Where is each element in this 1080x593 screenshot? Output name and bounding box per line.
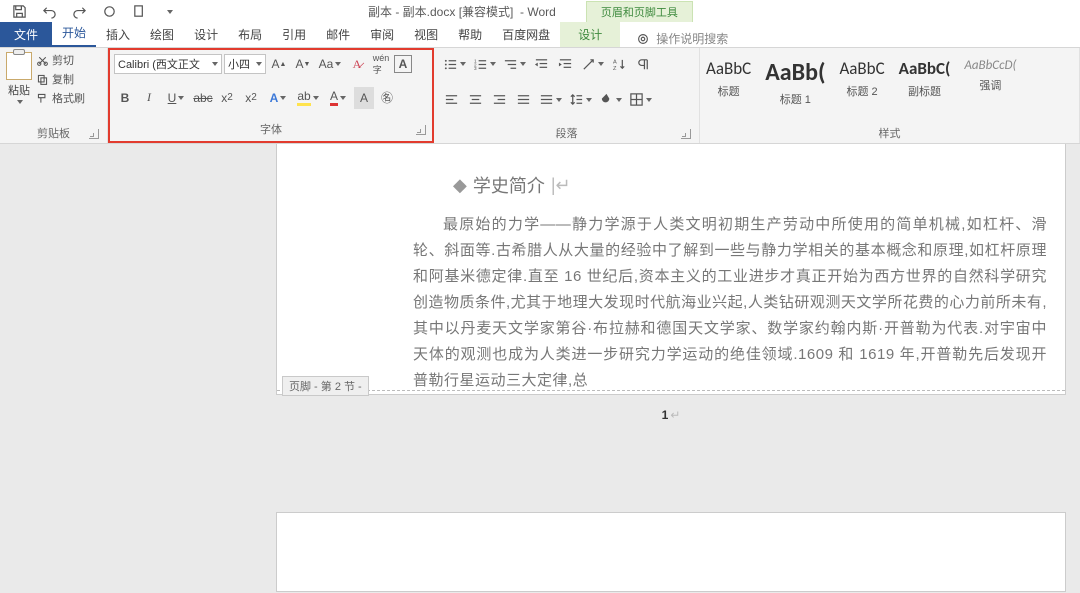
shrink-font-button[interactable]: A▼: [292, 53, 314, 75]
style-item-0[interactable]: AaBbC标题: [706, 58, 751, 99]
char-shading-button[interactable]: A: [354, 87, 374, 109]
clipboard-launcher-icon[interactable]: [89, 129, 99, 139]
workspace: ◆ 学史简介|↵ 最原始的力学——静力学源于人类文明初期生产劳动中所使用的简单机…: [0, 144, 1080, 593]
footer-section-tag: 页脚 - 第 2 节 -: [282, 376, 369, 396]
style-item-3[interactable]: AaBbC(副标题: [899, 58, 951, 99]
tab-help[interactable]: 帮助: [448, 22, 492, 47]
tab-mailings[interactable]: 邮件: [316, 22, 360, 47]
paste-label: 粘贴: [8, 82, 30, 98]
group-label-paragraph: 段落: [440, 123, 693, 143]
ribbon-tabs: 文件 开始 插入 绘图 设计 布局 引用 邮件 审阅 视图 帮助 百度网盘 设计…: [0, 24, 1080, 48]
numbering-button[interactable]: 123: [470, 53, 498, 75]
contextual-tool-label: 页眉和页脚工具: [586, 1, 693, 22]
doc-body[interactable]: 最原始的力学——静力学源于人类文明初期生产劳动中所使用的简单机械,如杠杆、滑轮、…: [413, 212, 1047, 394]
doc-heading[interactable]: ◆ 学史简介|↵: [453, 172, 1065, 198]
tab-home[interactable]: 开始: [52, 20, 96, 47]
increase-indent-button[interactable]: [554, 53, 576, 75]
page-number[interactable]: 1: [662, 408, 681, 422]
bold-button[interactable]: B: [114, 87, 136, 109]
subscript-button[interactable]: x2: [216, 87, 238, 109]
diamond-bullet-icon: ◆: [453, 175, 467, 196]
enclose-char-button[interactable]: ㊔: [376, 87, 398, 109]
group-clipboard: 粘贴 剪切 复制 格式刷 剪贴板: [0, 48, 108, 143]
clear-format-button[interactable]: A̷: [346, 53, 368, 75]
multilevel-button[interactable]: [500, 53, 528, 75]
window-title: 副本 - 副本.docx [兼容模式] - Word: [368, 3, 556, 20]
cut-button[interactable]: 剪切: [36, 52, 85, 68]
strike-button[interactable]: abc: [192, 87, 214, 109]
group-paragraph: 123 AZ 段落: [434, 48, 700, 143]
style-item-1[interactable]: AaBb(标题 1: [765, 58, 825, 107]
group-styles: AaBbC标题 AaBb(标题 1 AaBbC标题 2 AaBbC(副标题 AaBbCc…: [700, 48, 1080, 143]
tab-insert[interactable]: 插入: [96, 22, 140, 47]
font-size-select[interactable]: 小四: [224, 54, 266, 74]
borders-button[interactable]: [626, 89, 654, 111]
line-spacing-button[interactable]: [566, 89, 594, 111]
footer-separator: [277, 390, 1065, 391]
copy-button[interactable]: 复制: [36, 71, 85, 87]
tab-view[interactable]: 视图: [404, 22, 448, 47]
superscript-button[interactable]: x2: [240, 87, 262, 109]
tab-file[interactable]: 文件: [0, 22, 52, 47]
tab-baidu[interactable]: 百度网盘: [492, 22, 560, 47]
tab-review[interactable]: 审阅: [360, 22, 404, 47]
font-launcher-icon[interactable]: [416, 125, 426, 135]
group-label-styles: 样式: [706, 123, 1073, 143]
text-direction-button[interactable]: [578, 53, 606, 75]
decrease-indent-button[interactable]: [530, 53, 552, 75]
change-case-button[interactable]: Aa: [316, 53, 344, 75]
shading-button[interactable]: [596, 89, 624, 111]
new-doc-icon[interactable]: [128, 1, 150, 23]
title-bar: 副本 - 副本.docx [兼容模式] - Word 页眉和页脚工具: [0, 0, 1080, 24]
show-marks-button[interactable]: [632, 53, 654, 75]
tab-layout[interactable]: 布局: [228, 22, 272, 47]
align-right-button[interactable]: [488, 89, 510, 111]
group-label-font: 字体: [114, 119, 428, 139]
page-2[interactable]: [276, 512, 1066, 592]
font-color-button[interactable]: A: [324, 87, 352, 109]
paragraph-launcher-icon[interactable]: [681, 129, 691, 139]
group-label-clipboard: 剪贴板: [6, 123, 101, 143]
svg-text:A: A: [612, 59, 616, 65]
align-left-button[interactable]: [440, 89, 462, 111]
align-center-button[interactable]: [464, 89, 486, 111]
paste-button[interactable]: 粘贴: [6, 52, 32, 104]
italic-button[interactable]: I: [138, 87, 160, 109]
tab-draw[interactable]: 绘图: [140, 22, 184, 47]
tell-me-search[interactable]: 操作说明搜索: [636, 30, 728, 47]
text-effects-button[interactable]: A: [264, 87, 292, 109]
grow-font-button[interactable]: A▲: [268, 53, 290, 75]
save-icon[interactable]: [8, 1, 30, 23]
char-border-button[interactable]: A: [394, 55, 412, 73]
svg-text:Z: Z: [612, 66, 616, 72]
tell-me-label: 操作说明搜索: [656, 30, 728, 47]
page-1[interactable]: ◆ 学史简介|↵ 最原始的力学——静力学源于人类文明初期生产劳动中所使用的简单机…: [276, 144, 1066, 395]
style-item-4[interactable]: AaBbCcD(强调: [964, 58, 1016, 93]
justify-button[interactable]: [512, 89, 534, 111]
group-font: Calibri (西文正文 小四 A▲ A▼ Aa A̷ wén字 A B I …: [108, 48, 434, 143]
bullets-button[interactable]: [440, 53, 468, 75]
qat-more-icon[interactable]: [158, 1, 180, 23]
highlight-button[interactable]: ab: [294, 87, 322, 109]
touch-mode-icon[interactable]: [98, 1, 120, 23]
font-name-select[interactable]: Calibri (西文正文: [114, 54, 222, 74]
tab-hf-design[interactable]: 设计: [560, 22, 620, 47]
format-painter-button[interactable]: 格式刷: [36, 90, 85, 106]
tab-references[interactable]: 引用: [272, 22, 316, 47]
style-item-2[interactable]: AaBbC标题 2: [839, 58, 884, 99]
distribute-button[interactable]: [536, 89, 564, 111]
tab-design[interactable]: 设计: [184, 22, 228, 47]
svg-text:3: 3: [473, 66, 476, 71]
underline-button[interactable]: U: [162, 87, 190, 109]
ribbon: 粘贴 剪切 复制 格式刷 剪贴板 Calibri (西文正文 小四 A▲ A▼ …: [0, 48, 1080, 144]
phonetic-guide-button[interactable]: wén字: [370, 53, 392, 75]
sort-button[interactable]: AZ: [608, 53, 630, 75]
